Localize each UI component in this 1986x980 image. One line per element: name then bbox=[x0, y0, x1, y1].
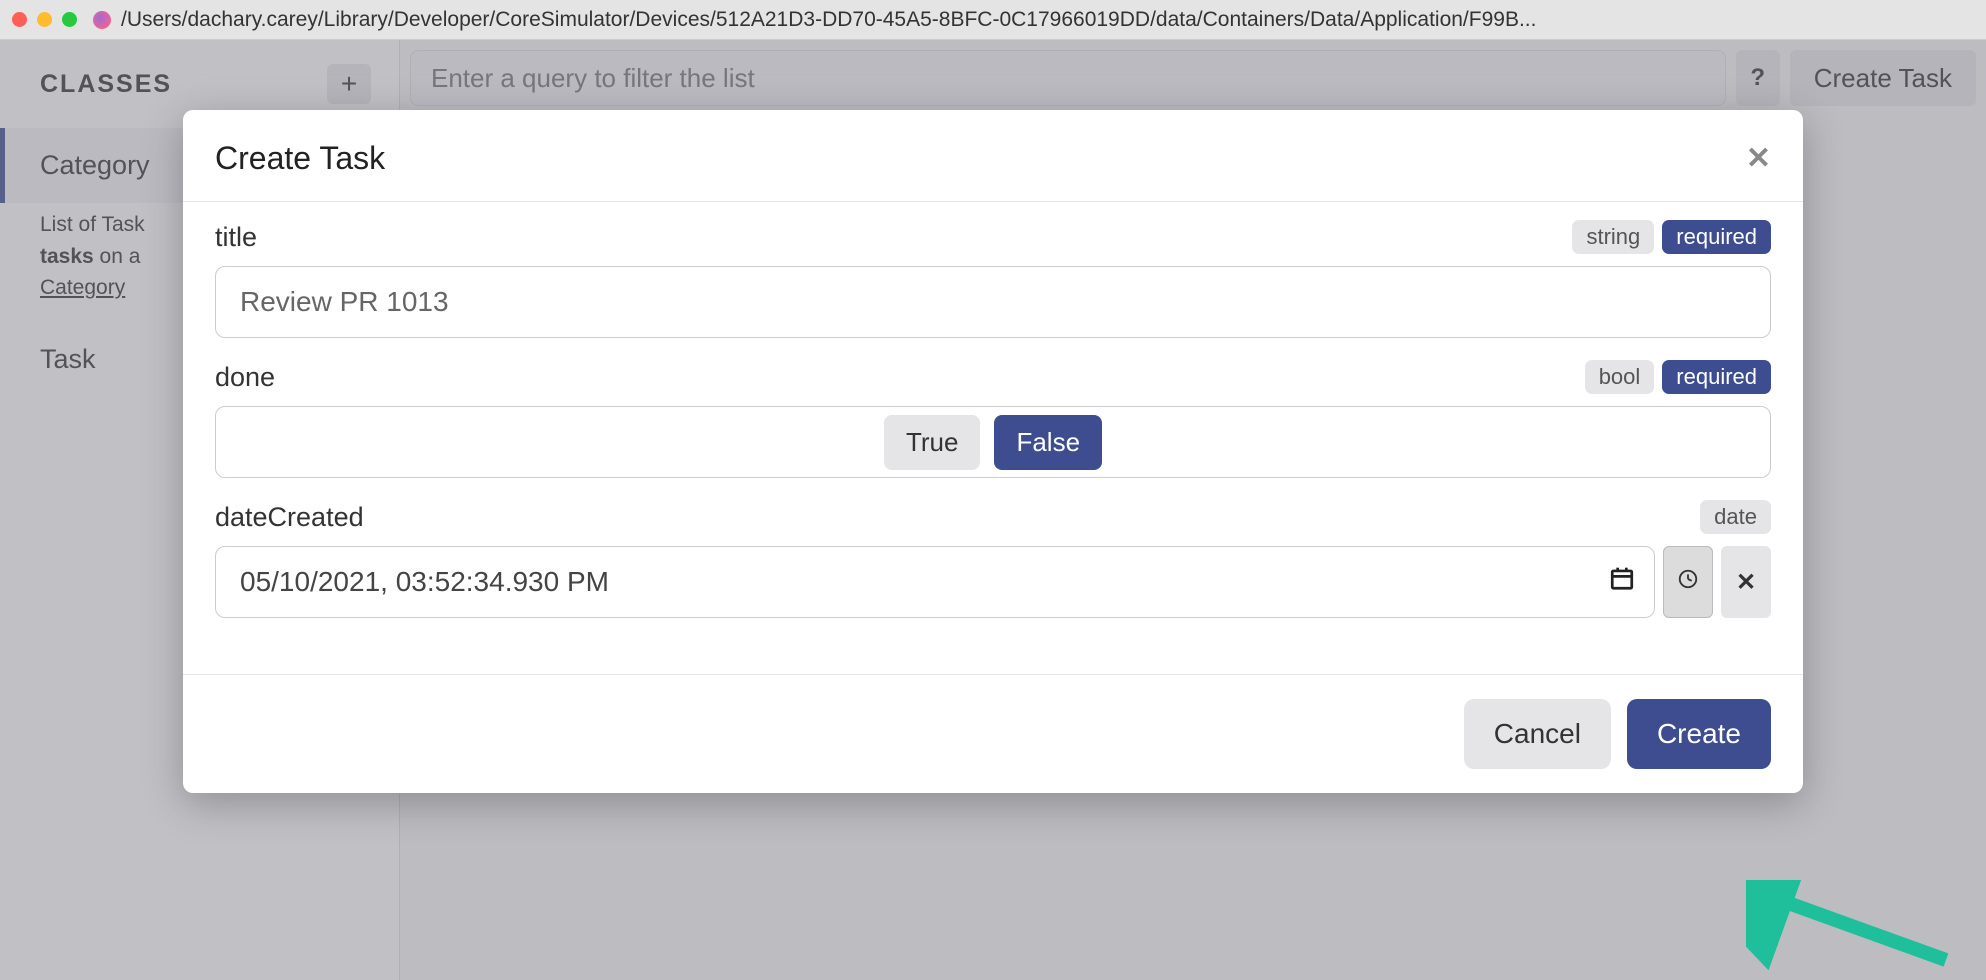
title-input[interactable] bbox=[215, 266, 1771, 338]
modal-title: Create Task bbox=[215, 140, 385, 177]
set-now-button[interactable] bbox=[1663, 546, 1713, 618]
bool-true-button[interactable]: True bbox=[884, 415, 981, 470]
clock-icon bbox=[1677, 568, 1699, 597]
bool-toggle-group: True False bbox=[215, 406, 1771, 478]
type-badge: bool bbox=[1585, 360, 1655, 394]
bool-false-button[interactable]: False bbox=[994, 415, 1102, 470]
modal-overlay[interactable]: Create Task ✕ title string required done bbox=[0, 40, 1986, 980]
field-label-datecreated: dateCreated bbox=[215, 502, 364, 533]
field-label-title: title bbox=[215, 222, 257, 253]
field-done: done bool required True False bbox=[215, 360, 1771, 478]
field-title: title string required bbox=[215, 220, 1771, 338]
maximize-window-button[interactable] bbox=[62, 12, 77, 27]
required-badge: required bbox=[1662, 220, 1771, 254]
close-window-button[interactable] bbox=[12, 12, 27, 27]
window-titlebar: /Users/dachary.carey/Library/Developer/C… bbox=[0, 0, 1986, 40]
cancel-button[interactable]: Cancel bbox=[1464, 699, 1611, 769]
field-label-done: done bbox=[215, 362, 275, 393]
window-title-path: /Users/dachary.carey/Library/Developer/C… bbox=[121, 8, 1974, 32]
create-button[interactable]: Create bbox=[1627, 699, 1771, 769]
minimize-window-button[interactable] bbox=[37, 12, 52, 27]
window-controls bbox=[12, 12, 77, 27]
type-badge: date bbox=[1700, 500, 1771, 534]
close-icon[interactable]: ✕ bbox=[1746, 141, 1771, 176]
type-badge: string bbox=[1572, 220, 1654, 254]
app-icon bbox=[93, 11, 111, 29]
clear-date-button[interactable]: ✕ bbox=[1721, 546, 1771, 618]
field-datecreated: dateCreated date bbox=[215, 500, 1771, 618]
close-icon: ✕ bbox=[1736, 568, 1756, 597]
datecreated-input[interactable] bbox=[215, 546, 1655, 618]
required-badge: required bbox=[1662, 360, 1771, 394]
create-task-modal: Create Task ✕ title string required done bbox=[183, 110, 1803, 793]
